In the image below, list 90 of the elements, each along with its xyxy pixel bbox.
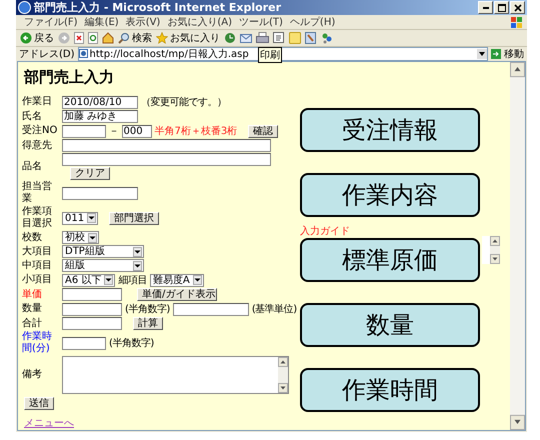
input-field[interactable] (172, 302, 249, 316)
field-label: 備考 (22, 369, 43, 381)
search-button[interactable]: 検索 (132, 30, 152, 45)
field-label: 合計 (22, 318, 43, 330)
field-label: 作業日 (22, 96, 53, 108)
field-label: 大項目 (22, 246, 53, 258)
input-field[interactable] (62, 186, 138, 200)
history-icon[interactable] (224, 32, 236, 44)
dropdown[interactable]: DTP組版 (62, 245, 144, 258)
form-button[interactable]: 計算 (133, 317, 163, 330)
home-icon[interactable] (102, 32, 114, 44)
maximize-button[interactable] (494, 1, 509, 14)
section-callout: 数量 (300, 303, 480, 347)
hint-text: （変更可能です。） (141, 96, 226, 109)
form-button[interactable]: 部門選択 (109, 212, 160, 224)
hint-text: 細項目 (118, 274, 147, 287)
hint-text: (基準単位) (252, 302, 297, 316)
scrollbar[interactable] (510, 62, 525, 430)
input-field[interactable] (62, 336, 106, 350)
section-callout: 標準原価 (300, 238, 480, 282)
field-label: 品名 (22, 160, 43, 172)
printer-icon[interactable] (256, 32, 269, 44)
browser-icon (18, 1, 31, 14)
dropdown[interactable]: 難易度A (150, 274, 204, 286)
menu-item[interactable]: お気に入り(A) (167, 15, 232, 29)
form-button[interactable]: 確認 (248, 124, 278, 138)
field-label: 得意先 (22, 140, 53, 152)
hint-text: (半角数字) (109, 336, 154, 350)
menu-item[interactable]: ツール(T) (239, 15, 283, 29)
input-field[interactable] (62, 288, 122, 301)
hint-text: － (109, 125, 118, 138)
section-callout: 受注情報 (300, 108, 480, 152)
go-arrow-icon[interactable] (491, 48, 501, 59)
section-callout: 作業内容 (300, 173, 480, 217)
favorites-button[interactable]: お気に入り (170, 30, 220, 45)
form-button[interactable]: 単価/ガイド表示 (137, 288, 217, 301)
window-title: 部門売上入力 - Microsoft Internet Explorer (34, 0, 282, 15)
search-icon[interactable] (118, 32, 130, 44)
input-field[interactable] (62, 302, 122, 316)
maximize-icon (498, 4, 506, 12)
menu-link[interactable]: メニューへ (24, 418, 74, 429)
field-label: 作業項目選択 (22, 206, 53, 230)
mail-icon[interactable] (240, 32, 252, 44)
input-field[interactable] (62, 139, 271, 152)
stop-icon[interactable] (74, 32, 84, 44)
field-label: 単価 (22, 288, 43, 300)
input-field[interactable]: 加藤 みゆき (62, 110, 138, 123)
dropdown[interactable]: 初校 (62, 231, 99, 244)
close-icon (514, 4, 522, 12)
field-label: 担当営業 (22, 181, 53, 205)
hint-text: 半角7桁＋枝番3桁 (154, 124, 238, 138)
close-button[interactable] (510, 1, 525, 14)
field-label: 受注NO (22, 125, 58, 137)
field-label: 氏名 (22, 110, 43, 122)
hint-text: (半角数字) (125, 302, 170, 316)
input-field[interactable] (62, 153, 271, 166)
scrollbar[interactable] (278, 357, 288, 393)
input-field[interactable] (62, 317, 122, 330)
go-button[interactable]: 移動 (504, 46, 524, 61)
menu-item[interactable]: ヘルプ(H) (290, 15, 336, 29)
dropdown[interactable]: 組版 (62, 259, 144, 272)
page-heading: 部門売上入力 (24, 68, 115, 87)
windows-logo-icon (511, 16, 523, 28)
field-label: 作業時間(分) (22, 331, 53, 355)
star-icon[interactable] (156, 32, 168, 44)
guide-label: 入力ガイド (300, 224, 350, 238)
dropdown[interactable]: A6 以下 (62, 274, 116, 286)
edit-icon[interactable] (273, 32, 285, 44)
minimize-button[interactable] (478, 1, 493, 14)
menu-item[interactable]: 編集(E) (84, 15, 119, 29)
input-field[interactable]: 2010/08/10 (62, 96, 138, 108)
field-label: 数量 (22, 303, 43, 315)
back-button[interactable]: 戻る (34, 30, 54, 45)
refresh-icon[interactable] (88, 32, 98, 44)
field-label: 校数 (22, 232, 43, 244)
input-field[interactable] (62, 124, 106, 138)
dropdown[interactable]: 011 (62, 212, 98, 224)
field-label: 中項目 (22, 260, 53, 272)
address-label: アドレス(D) (19, 48, 75, 61)
guide-field[interactable] (482, 236, 500, 264)
field-label: 小項目 (22, 274, 53, 286)
minimize-icon (482, 6, 488, 8)
form-button[interactable]: クリア (70, 167, 110, 180)
submit-button[interactable]: 送信 (24, 397, 54, 410)
section-callout: 作業時間 (300, 368, 480, 412)
remarks-field[interactable] (62, 356, 289, 394)
input-field[interactable]: 000 (122, 124, 152, 138)
messenger-icon[interactable] (321, 32, 333, 44)
menu-item[interactable]: 表示(V) (126, 15, 160, 29)
menu-item[interactable]: ファイル(F) (24, 15, 78, 29)
